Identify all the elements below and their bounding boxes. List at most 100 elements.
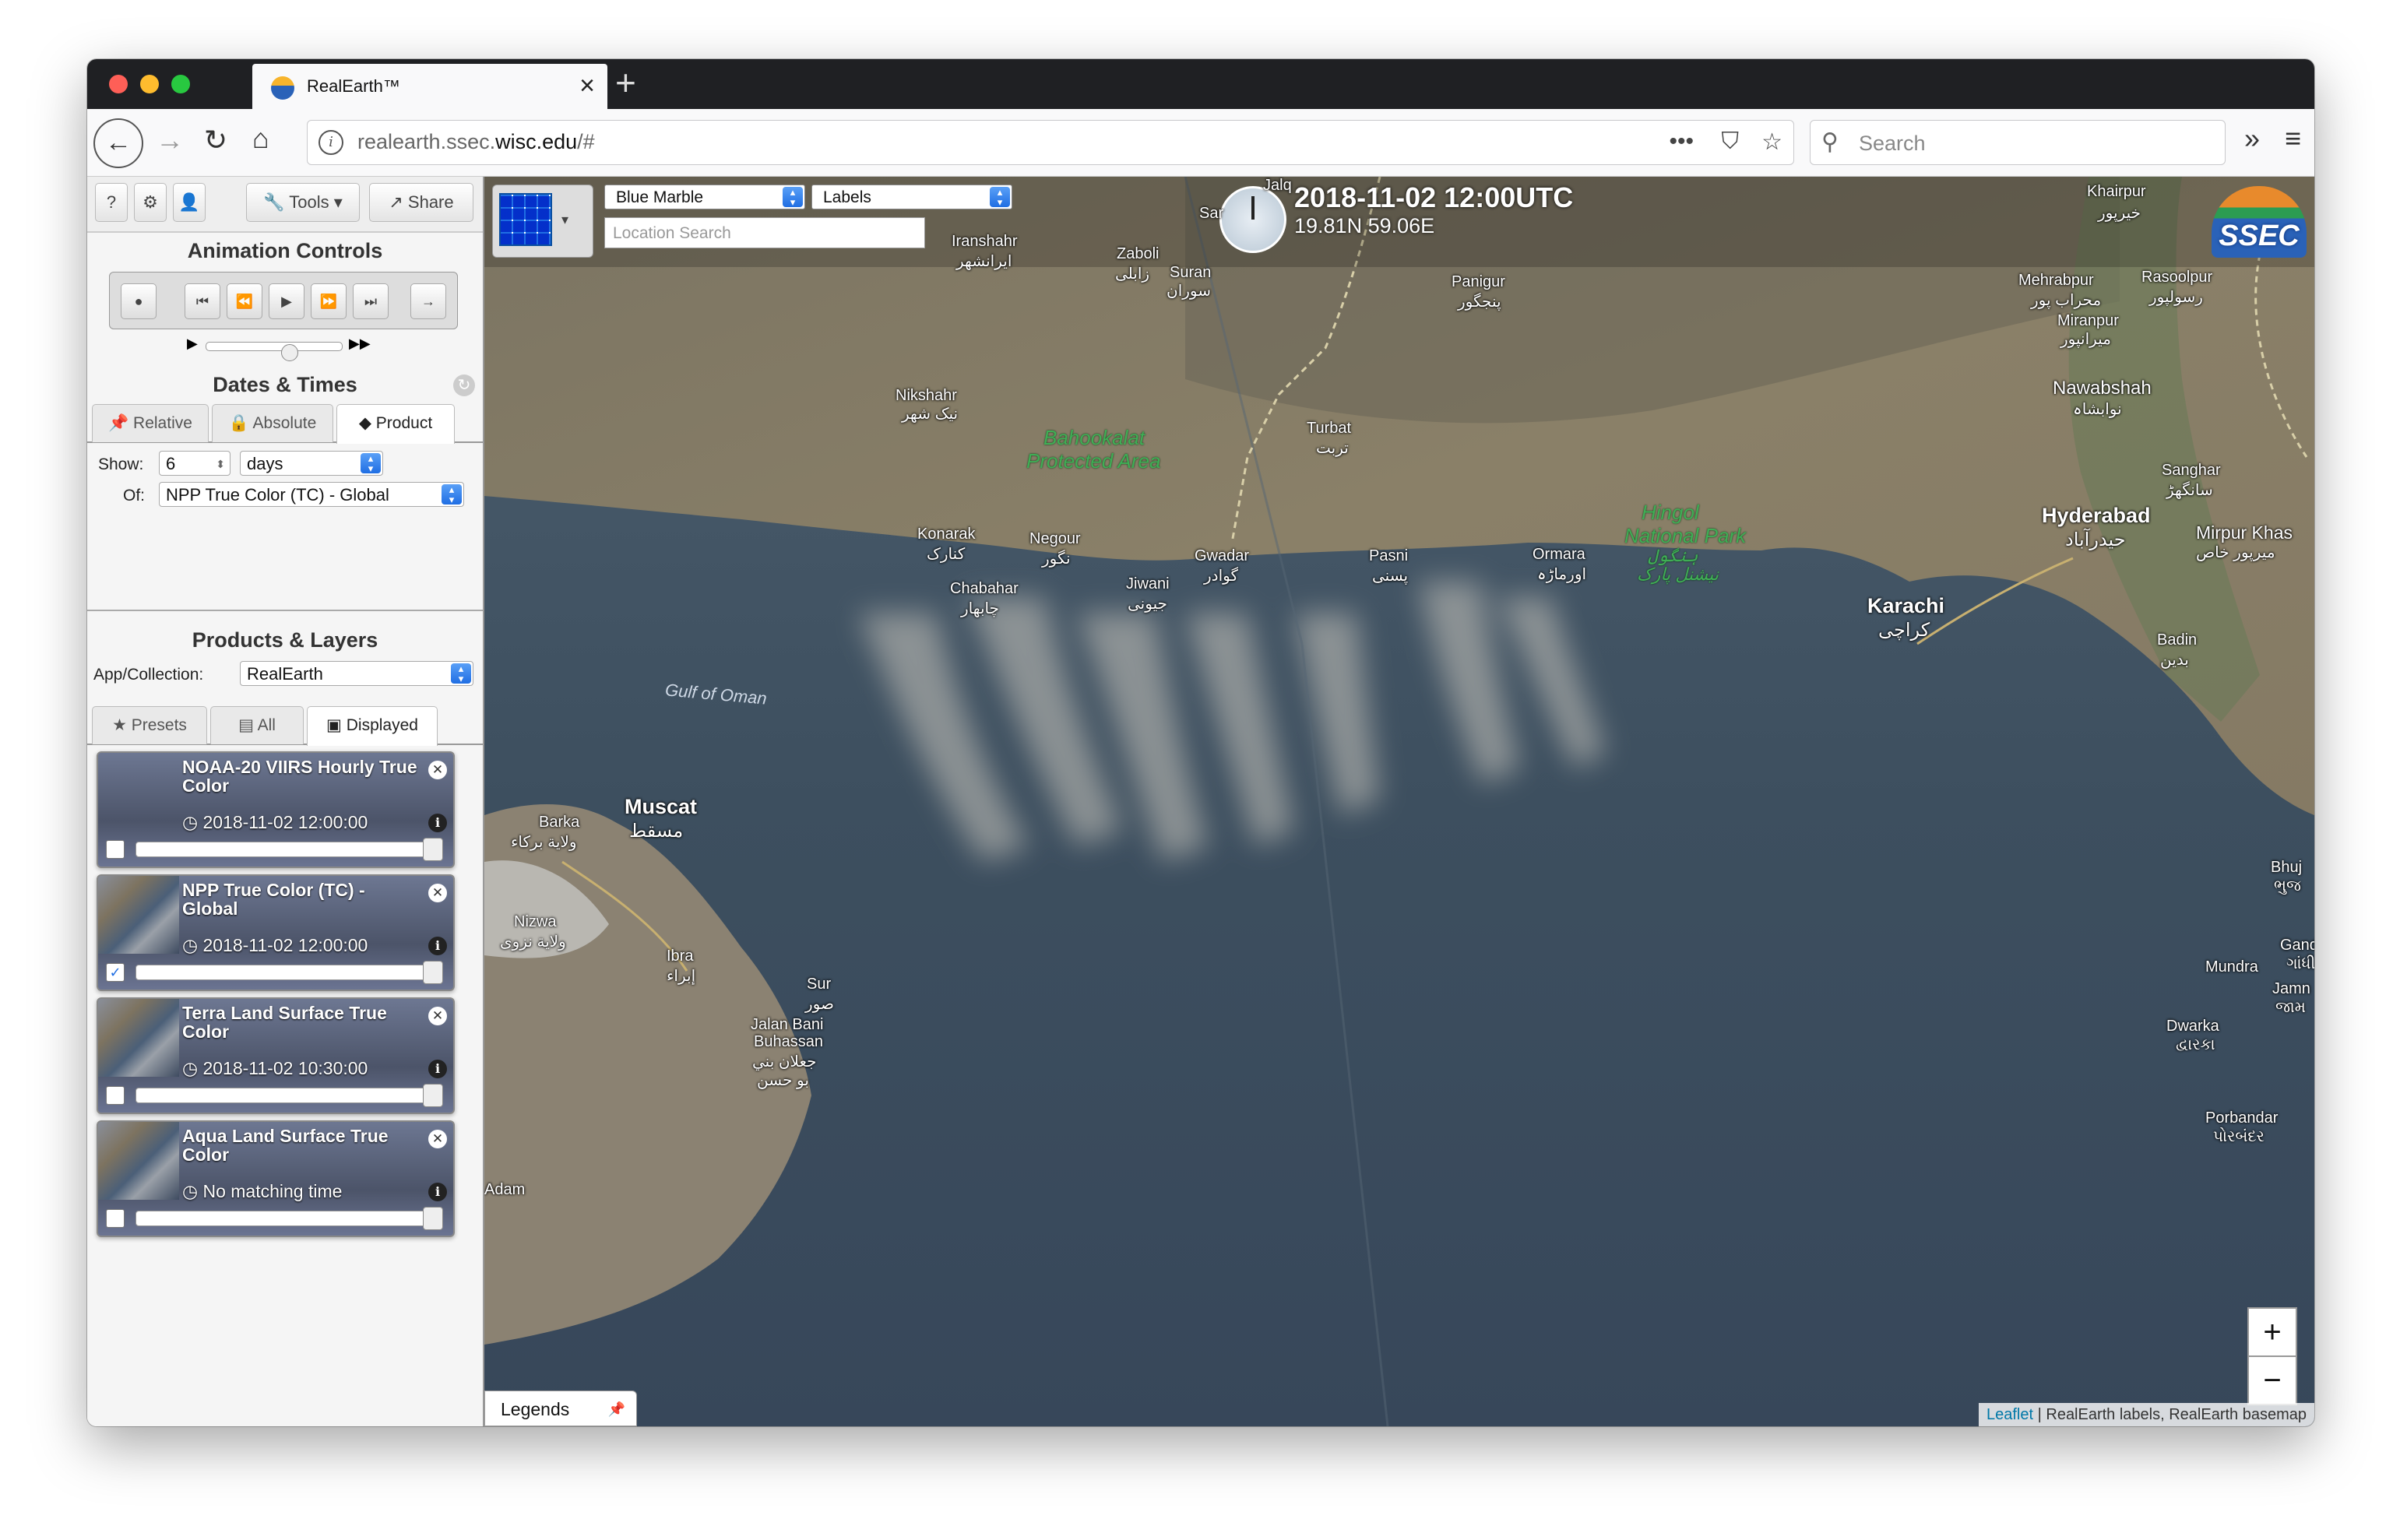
- opacity-thumb[interactable]: [423, 961, 443, 984]
- leaflet-link[interactable]: Leaflet: [1987, 1406, 2033, 1423]
- animation-speed-slider[interactable]: ▶ ▶▶: [187, 336, 382, 361]
- tab-displayed[interactable]: ▣ Displayed: [307, 706, 438, 746]
- close-window-button[interactable]: [109, 75, 128, 93]
- tools-dropdown-button[interactable]: 🔧 Tools ▾: [246, 183, 360, 222]
- user-icon[interactable]: 👤: [173, 183, 206, 222]
- layer-time-value: 2018-11-02 10:30:00: [202, 1058, 368, 1078]
- tab-relative-label: Relative: [133, 414, 192, 432]
- place-label: Pasni: [1369, 547, 1409, 564]
- clock-speed-icon[interactable]: ●: [121, 283, 157, 319]
- layer-opacity-slider[interactable]: [135, 1207, 443, 1230]
- page-actions-icon[interactable]: •••: [1669, 128, 1694, 155]
- new-tab-button[interactable]: +: [615, 61, 636, 104]
- place-label: اورماڑہ: [1537, 566, 1587, 583]
- city-label: Karachi: [1867, 594, 1945, 617]
- reload-button[interactable]: ↻: [204, 125, 227, 156]
- show-count-stepper[interactable]: 6 ⬍: [159, 451, 230, 476]
- remove-layer-icon[interactable]: ✕: [428, 884, 447, 902]
- tab-all[interactable]: ▤ All: [210, 706, 304, 744]
- remove-layer-icon[interactable]: ✕: [428, 1007, 447, 1025]
- layer-time: ◷ 2018-11-02 10:30:00: [182, 1058, 368, 1078]
- basemap-select[interactable]: Blue Marble ▴ ▾: [604, 185, 805, 209]
- tab-presets[interactable]: ★ Presets: [92, 706, 207, 744]
- share-button[interactable]: ↗ Share: [369, 183, 473, 222]
- help-button[interactable]: ?: [95, 183, 128, 222]
- pin-icon[interactable]: 📌: [608, 1391, 625, 1426]
- opacity-thumb[interactable]: [423, 838, 443, 861]
- select-arrow-icon: ▴ ▾: [783, 187, 803, 207]
- minimize-window-button[interactable]: [140, 75, 159, 93]
- forward-button[interactable]: →: [156, 125, 184, 156]
- browser-search-bar[interactable]: ⚲ Search: [1810, 120, 2226, 165]
- zoom-out-button[interactable]: −: [2247, 1355, 2297, 1405]
- speed-track[interactable]: [206, 342, 343, 361]
- play-button[interactable]: ▶: [269, 283, 304, 319]
- map-controls-box[interactable]: ▾: [492, 185, 593, 258]
- layer-info-icon[interactable]: i: [428, 814, 447, 832]
- pocket-icon[interactable]: ⛉: [1722, 128, 1740, 155]
- refresh-icon[interactable]: ↻: [453, 374, 475, 396]
- last-frame-button[interactable]: ⏭: [353, 283, 389, 319]
- opacity-thumb[interactable]: [423, 1084, 443, 1107]
- layer-opacity-slider[interactable]: [135, 838, 443, 861]
- bookmark-star-icon[interactable]: ☆: [1761, 128, 1782, 156]
- layer-opacity-slider[interactable]: [135, 1084, 443, 1107]
- place-label: Jalan Bani: [751, 1016, 824, 1033]
- product-select[interactable]: NPP True Color (TC) - Global ▴ ▾: [159, 482, 464, 507]
- layer-card[interactable]: Terra Land Surface True Color ✕ ◷ 2018-1…: [97, 997, 455, 1114]
- settings-gear-icon[interactable]: ⚙: [134, 183, 167, 222]
- map-attribution: Leaflet | RealEarth labels, RealEarth ba…: [1979, 1403, 2314, 1426]
- overflow-chevron-icon[interactable]: »: [2244, 123, 2260, 154]
- stepper-arrows-icon[interactable]: ⬍: [216, 452, 225, 476]
- url-bar[interactable]: i realearth.ssec.wisc.edu/# ••• ⛉ ☆: [307, 120, 1794, 165]
- layer-info-icon[interactable]: i: [428, 937, 447, 955]
- map-view[interactable]: ▾ Blue Marble ▴ ▾ Labels ▴ ▾ Location Search…: [484, 177, 2314, 1426]
- maximize-window-button[interactable]: [171, 75, 190, 93]
- app-collection-select[interactable]: RealEarth ▴ ▾: [240, 661, 473, 686]
- layers-grid-icon[interactable]: [499, 193, 552, 246]
- home-button[interactable]: ⌂: [252, 123, 269, 154]
- legends-label: Legends: [501, 1399, 570, 1419]
- layer-thumbnail: [98, 876, 179, 954]
- layer-card[interactable]: Aqua Land Surface True Color ✕ ◷ No matc…: [97, 1120, 455, 1237]
- layer-card[interactable]: NPP True Color (TC) - Global ✕ ◷ 2018-11…: [97, 874, 455, 991]
- layer-visibility-checkbox[interactable]: [106, 1086, 125, 1105]
- layer-tabs: ★ Presets ▤ All ▣ Displayed: [87, 700, 483, 746]
- location-search-input[interactable]: Location Search: [604, 217, 925, 248]
- opacity-thumb[interactable]: [423, 1207, 443, 1230]
- place-label: જામ: [2275, 999, 2306, 1016]
- url-text[interactable]: realearth.ssec.wisc.edu/#: [357, 130, 595, 154]
- layer-opacity-slider[interactable]: [135, 961, 443, 984]
- hamburger-menu-icon[interactable]: ≡: [2285, 123, 2301, 154]
- show-label: Show:: [98, 455, 144, 473]
- zoom-in-button[interactable]: +: [2247, 1307, 2297, 1357]
- labels-select[interactable]: Labels ▴ ▾: [811, 185, 1012, 209]
- legends-button[interactable]: Legends 📌: [484, 1391, 637, 1426]
- remove-layer-icon[interactable]: ✕: [428, 1130, 447, 1148]
- tab-close-icon[interactable]: ×: [579, 70, 595, 101]
- layer-visibility-checkbox[interactable]: [106, 840, 125, 859]
- layer-info-icon[interactable]: i: [428, 1183, 447, 1201]
- place-label: میرانپور: [2060, 331, 2111, 348]
- show-unit-select[interactable]: days ▴ ▾: [240, 451, 383, 476]
- tab-product[interactable]: ◆ Product: [336, 404, 455, 444]
- step-back-button[interactable]: ⏪: [227, 283, 262, 319]
- back-button[interactable]: ←: [93, 118, 143, 168]
- place-label: ભુજ: [2274, 877, 2301, 895]
- first-frame-button[interactable]: ⏮: [185, 283, 220, 319]
- remove-layer-icon[interactable]: ✕: [428, 761, 447, 779]
- place-label: Buhassan: [754, 1033, 823, 1050]
- tab-relative[interactable]: 📌 Relative: [92, 404, 209, 442]
- layer-card[interactable]: NOAA-20 VIIRS Hourly True Color ✕ ◷ 2018…: [97, 751, 455, 868]
- speed-thumb[interactable]: [281, 344, 298, 361]
- step-forward-button[interactable]: ⏩: [311, 283, 347, 319]
- place-label: Sur: [807, 976, 832, 993]
- layer-info-icon[interactable]: i: [428, 1060, 447, 1078]
- loop-arrow-button[interactable]: →: [410, 283, 446, 319]
- tab-realearth[interactable]: RealEarth™ ×: [252, 64, 607, 109]
- site-info-icon[interactable]: i: [318, 130, 343, 155]
- layer-visibility-checkbox[interactable]: ✓: [106, 963, 125, 982]
- chevron-down-icon[interactable]: ▾: [561, 212, 568, 228]
- layer-visibility-checkbox[interactable]: [106, 1209, 125, 1228]
- tab-absolute[interactable]: 🔒 Absolute: [212, 404, 333, 442]
